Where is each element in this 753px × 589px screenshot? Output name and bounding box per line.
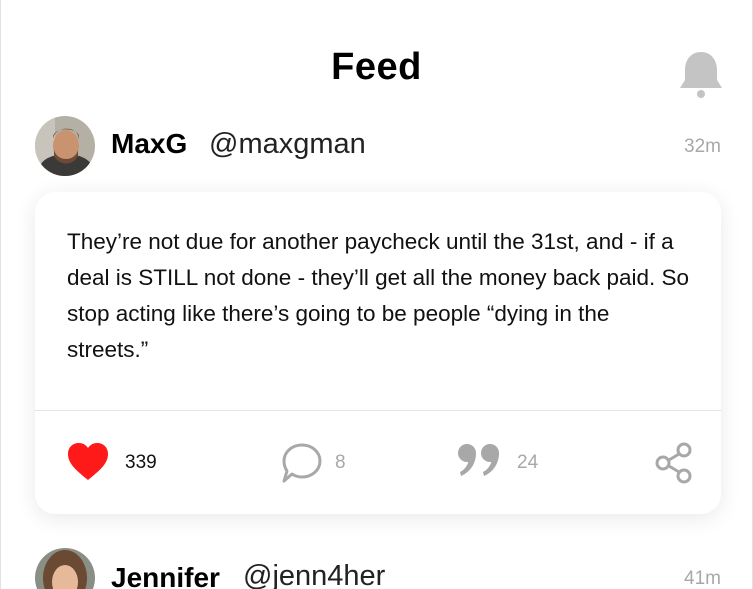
post-header: Jennifer @jenn4her 41m: [35, 548, 725, 589]
page-title: Feed: [331, 46, 422, 88]
comment-button[interactable]: 8: [281, 442, 361, 486]
post-time: 41m: [684, 568, 721, 589]
quote-icon: [457, 442, 503, 483]
post-header: MaxG @maxgman 32m: [35, 116, 725, 180]
heart-icon: [67, 442, 109, 487]
share-icon: [655, 442, 693, 489]
quote-count: 24: [517, 452, 539, 473]
speech-bubble-icon: [281, 442, 323, 489]
comment-count: 8: [335, 452, 346, 473]
share-button[interactable]: [655, 442, 695, 486]
post-text: They’re not due for another paycheck unt…: [67, 229, 690, 362]
quote-button[interactable]: 24: [457, 442, 557, 486]
post-card[interactable]: They’re not due for another paycheck unt…: [35, 192, 721, 514]
like-button[interactable]: 339: [67, 442, 187, 486]
post-time: 32m: [684, 136, 721, 157]
avatar[interactable]: [35, 116, 95, 176]
divider: [35, 410, 721, 411]
user-name[interactable]: MaxG: [111, 128, 187, 160]
bell-icon[interactable]: [679, 50, 723, 100]
user-handle[interactable]: @maxgman: [209, 128, 366, 161]
user-handle[interactable]: @jenn4her: [243, 560, 385, 589]
app-frame: Feed MaxG @maxgman 32m They’re not due f…: [0, 0, 753, 589]
user-name[interactable]: Jennifer: [111, 562, 220, 589]
like-count: 339: [125, 452, 157, 473]
avatar[interactable]: [35, 548, 95, 589]
